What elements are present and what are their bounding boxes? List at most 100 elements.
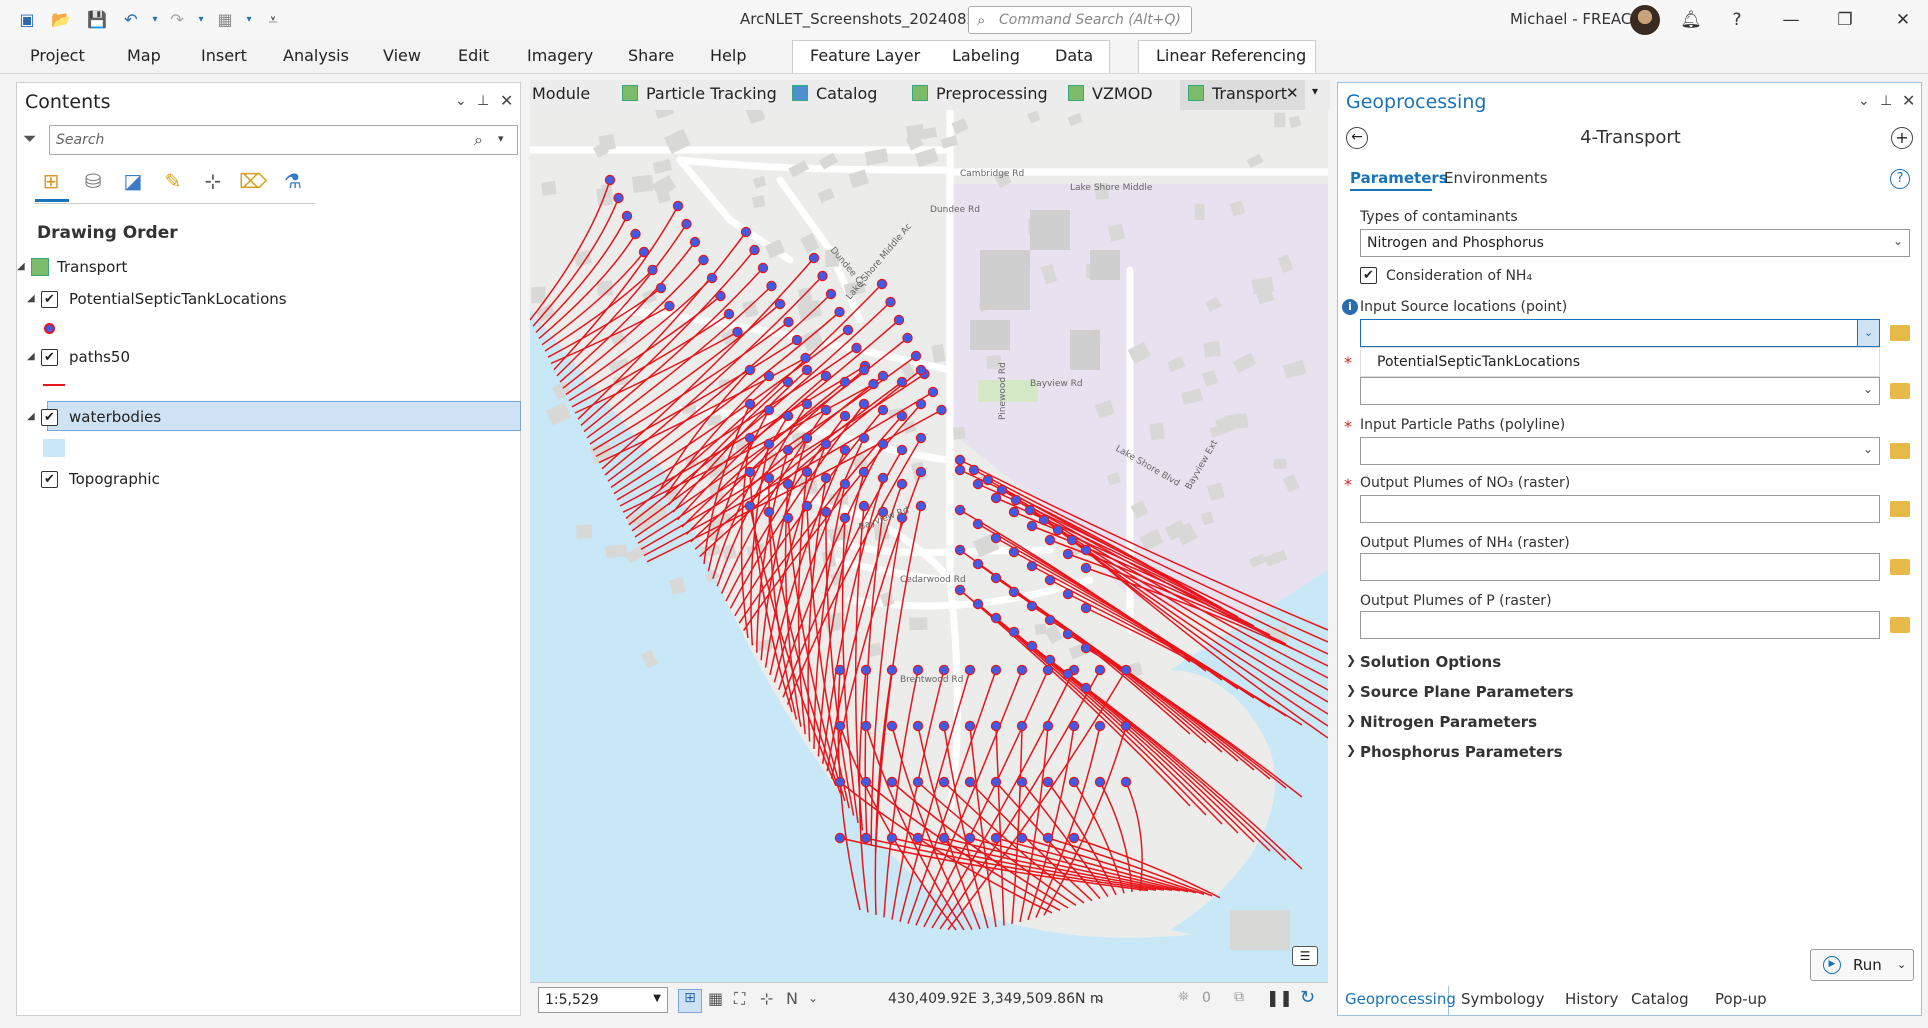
tab-edit[interactable]: Edit <box>458 46 489 65</box>
tab-map[interactable]: Map <box>127 46 161 65</box>
new-project-icon[interactable]: ▣ <box>16 10 38 30</box>
tab-history[interactable]: History <box>1565 990 1618 1008</box>
folder-icon[interactable] <box>1890 501 1910 517</box>
dropdown-option-potential-septic[interactable]: PotentialSepticTankLocations <box>1377 354 1580 370</box>
refresh-icon[interactable]: ↻ <box>1300 987 1315 1008</box>
tab-linear-referencing[interactable]: Linear Referencing <box>1156 46 1306 65</box>
tabs-overflow-icon[interactable]: ▾ <box>1312 84 1318 98</box>
layer-visibility-checkbox[interactable]: ✔ <box>41 349 58 366</box>
list-by-editing-icon[interactable]: ✎ <box>159 167 187 195</box>
tab-view[interactable]: View <box>383 46 421 65</box>
close-icon[interactable]: ✕ <box>1888 8 1918 32</box>
rotation-dropdown-icon[interactable]: ⌄ <box>808 991 818 1005</box>
collapse-icon[interactable]: ◢ <box>17 261 25 272</box>
customize-toolbar-icon[interactable]: ⩡ <box>262 10 284 30</box>
tab-particle-tracking[interactable]: Particle Tracking <box>622 84 777 103</box>
close-pane-icon[interactable]: ✕ <box>500 91 513 110</box>
section-phosphorus[interactable]: ❯ Phosphorus Parameters <box>1346 743 1563 761</box>
layer-visibility-checkbox[interactable]: ✔ <box>41 409 58 426</box>
line-symbol[interactable] <box>43 384 65 386</box>
save-icon[interactable]: 💾 <box>86 10 108 30</box>
tab-insert[interactable]: Insert <box>201 46 247 65</box>
layer-visibility-checkbox[interactable]: ✔ <box>41 471 58 488</box>
list-by-source-icon[interactable]: ⛁ <box>79 167 107 195</box>
tab-help[interactable]: Help <box>710 46 746 65</box>
tab-preprocessing[interactable]: Preprocessing <box>912 84 1048 103</box>
layout-icon[interactable]: ▦ <box>214 10 236 30</box>
list-by-selection-icon[interactable]: ◪ <box>119 167 147 195</box>
collapse-icon[interactable]: ◢ <box>27 293 35 304</box>
pause-icon[interactable]: ❚❚ <box>1266 988 1293 1007</box>
source-select[interactable]: ⌄ <box>1360 319 1880 347</box>
collapse-icon[interactable]: ◢ <box>27 411 35 422</box>
contaminants-select[interactable]: Nitrogen and Phosphorus ⌄ <box>1360 229 1910 257</box>
collapse-icon[interactable]: ◢ <box>27 351 35 362</box>
folder-icon[interactable] <box>1890 617 1910 633</box>
tab-transport[interactable]: Transport <box>1188 84 1287 103</box>
tab-catalog[interactable]: Catalog <box>792 84 877 103</box>
layer-waterbodies[interactable]: ◢ ✔ waterbodies <box>27 407 427 431</box>
contents-search-input[interactable]: Search ⌕ ▾ <box>49 125 518 155</box>
tab-labeling[interactable]: Labeling <box>952 46 1020 65</box>
tab-share[interactable]: Share <box>628 46 674 65</box>
snapping-icon[interactable]: ⊹ <box>760 989 773 1008</box>
filter-icon[interactable]: ⏷ <box>23 129 37 149</box>
folder-icon[interactable] <box>1890 443 1910 459</box>
list-by-perspective-icon[interactable]: ⚗ <box>279 167 307 195</box>
tab-analysis[interactable]: Analysis <box>283 46 349 65</box>
folder-icon[interactable] <box>1890 559 1910 575</box>
refresh-selection-icon[interactable]: ⧉ <box>1234 989 1244 1005</box>
coord-format-dropdown-icon[interactable]: ⌄ <box>1095 991 1105 1005</box>
restore-icon[interactable]: ❐ <box>1830 8 1860 32</box>
layer-topographic[interactable]: ✔ Topographic <box>27 469 427 493</box>
paths-select[interactable]: ⌄ <box>1360 437 1880 465</box>
map-node-transport[interactable]: ◢ Transport <box>17 257 317 281</box>
nh4-checkbox[interactable]: ✔ <box>1360 267 1377 284</box>
tab-vzmod[interactable]: VZMOD <box>1068 84 1153 103</box>
list-by-labeling-icon[interactable]: ⌦ <box>239 167 267 195</box>
chevron-down-icon[interactable]: ⌄ <box>1897 958 1906 971</box>
folder-icon[interactable] <box>1890 383 1910 399</box>
tab-popup[interactable]: Pop-up <box>1715 990 1767 1008</box>
tab-project[interactable]: Project <box>30 46 85 65</box>
tab-environments[interactable]: Environments <box>1444 169 1548 187</box>
tab-feature-layer[interactable]: Feature Layer <box>810 46 920 65</box>
list-by-snapping-icon[interactable]: ⊹ <box>199 167 227 195</box>
pane-menu-icon[interactable]: ⌄ <box>455 93 467 109</box>
north-arrow-icon[interactable]: N <box>786 989 798 1008</box>
folder-icon[interactable] <box>1890 325 1910 341</box>
close-tab-icon[interactable]: ✕ <box>1286 84 1299 102</box>
tab-data[interactable]: Data <box>1055 46 1093 65</box>
layer-paths50[interactable]: ◢ ✔ paths50 <box>27 347 427 371</box>
tab-geoprocessing[interactable]: Geoprocessing <box>1345 990 1456 1008</box>
tab-symbology[interactable]: Symbology <box>1461 990 1544 1008</box>
map-canvas[interactable]: Cambridge RdDundee RdDundee CirLake Shor… <box>530 110 1328 982</box>
search-icon[interactable]: ⌕ <box>474 130 483 150</box>
map-view[interactable]: Cambridge Rd Dundee Rd Dundee Cir Lake Shor… <box>530 110 1328 982</box>
tab-imagery[interactable]: Imagery <box>527 46 593 65</box>
minimize-icon[interactable]: — <box>1776 8 1806 32</box>
section-solution-options[interactable]: ❯ Solution Options <box>1346 653 1501 671</box>
fixed-zoom-icon[interactable]: ⊞ <box>678 989 702 1013</box>
layer-visibility-checkbox[interactable]: ✔ <box>41 291 58 308</box>
undo-icon[interactable]: ↶ <box>120 10 142 30</box>
second-source-select[interactable]: ⌄ <box>1360 377 1880 405</box>
tab-module[interactable]: Module <box>532 84 590 103</box>
list-by-drawing-order-icon[interactable]: ⊞ <box>37 167 65 195</box>
help-icon[interactable]: ? <box>1722 8 1752 32</box>
point-symbol[interactable] <box>44 323 55 334</box>
undo-dropdown-icon[interactable]: ▾ <box>144 10 166 30</box>
redo-icon[interactable]: ↷ <box>166 10 188 30</box>
p-output-field[interactable] <box>1360 611 1880 639</box>
layer-potential-septic[interactable]: ◢ ✔ PotentialSepticTankLocations <box>27 289 427 313</box>
add-icon[interactable]: + <box>1891 127 1913 149</box>
pane-menu-icon[interactable]: ⌄ <box>1858 93 1870 109</box>
grid-icon[interactable]: ▦ <box>708 989 723 1008</box>
command-search-input[interactable]: ⌕ Command Search (Alt+Q) <box>968 6 1192 34</box>
nh4-output-field[interactable] <box>1360 553 1880 581</box>
pin-icon[interactable]: ⊥ <box>1880 93 1892 109</box>
notifications-icon[interactable]: 🔔︎ <box>1676 8 1706 32</box>
tab-catalog-pane[interactable]: Catalog <box>1631 990 1689 1008</box>
close-pane-icon[interactable]: ✕ <box>1902 91 1915 110</box>
search-options-icon[interactable]: ▾ <box>498 132 504 145</box>
